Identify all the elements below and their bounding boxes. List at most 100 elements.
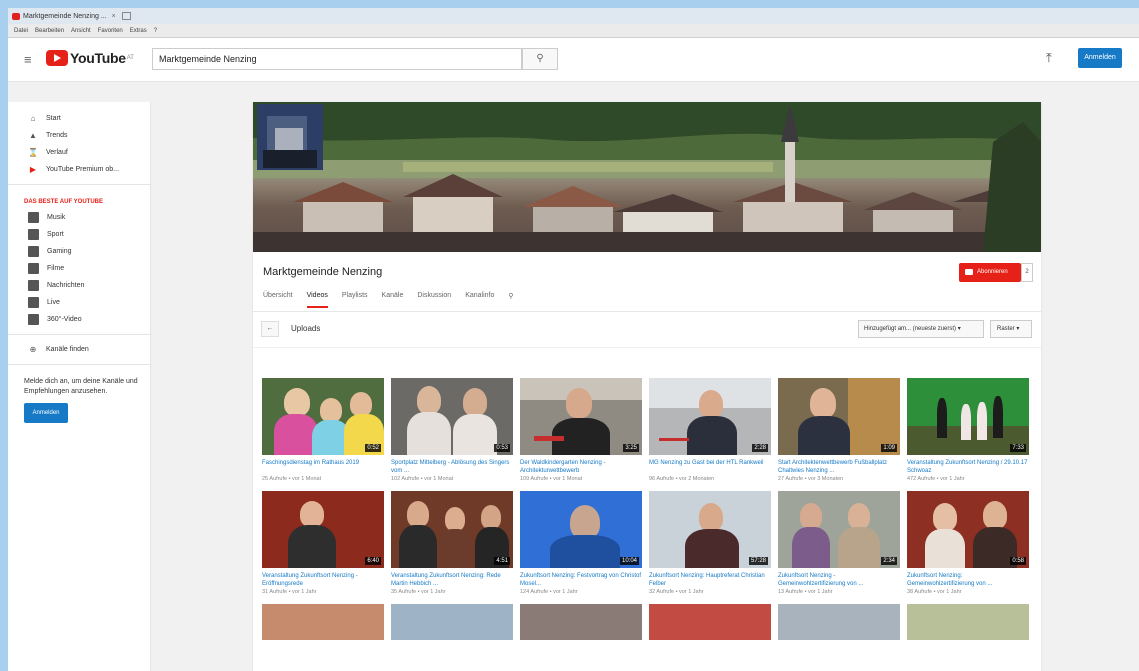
channel-banner <box>253 102 1041 252</box>
video-card[interactable] <box>520 604 642 640</box>
video-thumbnail[interactable]: 0:52 <box>262 378 384 455</box>
video-thumbnail[interactable]: 57:28 <box>649 491 771 568</box>
tab-discussion[interactable]: Diskussion <box>417 292 451 308</box>
video-thumbnail[interactable] <box>778 604 900 640</box>
video-title[interactable]: Zukunftsort Nenzing: Gemeinwohlzertifizi… <box>907 572 1029 588</box>
video-title[interactable]: Faschingsdienstag im Rathaus 2019 <box>262 459 384 475</box>
guide-item-history[interactable]: ⌛ Verlauf <box>8 144 150 161</box>
subscribe-button[interactable]: Abonnieren <box>959 263 1021 282</box>
video-card[interactable]: 7:33 Veranstaltung Zukunftsort Nenzing /… <box>907 378 1029 482</box>
video-thumbnail[interactable] <box>391 604 513 640</box>
browser-tab-title[interactable]: Marktgemeinde Nenzing ... <box>23 13 107 20</box>
tab-overview[interactable]: Übersicht <box>263 292 293 308</box>
video-title[interactable]: MG Nenzing zu Gast bei der HTL Rankweil <box>649 459 771 475</box>
video-duration: 0:53 <box>494 444 510 452</box>
video-card[interactable]: 1:09 Start Architektenwettbewerb Fußball… <box>778 378 900 482</box>
guide-item-label: Verlauf <box>46 149 68 156</box>
guide-item-start[interactable]: ⌂ Start <box>8 110 150 127</box>
video-card[interactable] <box>262 604 384 640</box>
video-card[interactable] <box>907 604 1029 640</box>
guide-item-music[interactable]: Musik <box>8 209 150 226</box>
menu-datei[interactable]: Datei <box>14 28 28 34</box>
video-title[interactable]: Veranstaltung Zukunftsort Nenzing: Rede … <box>391 572 513 588</box>
guide-item-label: Filme <box>47 265 65 272</box>
hamburger-menu-icon[interactable]: ≡ <box>24 52 32 67</box>
plus-circle-icon: ⊕ <box>29 345 37 354</box>
new-tab-icon[interactable] <box>121 12 131 20</box>
guide-item-gaming[interactable]: Gaming <box>8 243 150 260</box>
video-card[interactable]: 0:52 Faschingsdienstag im Rathaus 2019 2… <box>262 378 384 482</box>
search-input[interactable]: Marktgemeinde Nenzing <box>152 48 522 70</box>
menu-favoriten[interactable]: Favoriten <box>98 28 123 34</box>
tab-videos[interactable]: Videos <box>306 292 328 308</box>
video-duration: 0:58 <box>1010 557 1026 565</box>
video-thumbnail[interactable] <box>649 604 771 640</box>
video-title[interactable]: Der Waldkindergarten Nenzing - Architekt… <box>520 459 642 475</box>
video-thumbnail[interactable] <box>907 604 1029 640</box>
menu-ansicht[interactable]: Ansicht <box>71 28 91 34</box>
video-card[interactable] <box>649 604 771 640</box>
video-title[interactable]: Start Architektenwettbewerb Fußballplatz… <box>778 459 900 475</box>
guide-item-browse-channels[interactable]: ⊕ Kanäle finden <box>8 341 150 358</box>
video-thumbnail[interactable] <box>520 604 642 640</box>
back-arrow-button[interactable]: ← <box>261 321 279 337</box>
video-duration: 4:51 <box>494 557 510 565</box>
tab-playlists[interactable]: Playlists <box>342 292 368 308</box>
search-button[interactable]: ⚲ <box>522 48 558 70</box>
youtube-logo[interactable]: YouTube AT <box>46 50 134 66</box>
video-card[interactable]: 6:40 Veranstaltung Zukunftsort Nenzing -… <box>262 491 384 595</box>
video-thumbnail[interactable]: 1:09 <box>778 378 900 455</box>
tab-about[interactable]: Kanalinfo <box>465 292 494 308</box>
video-card[interactable]: 0:53 Sportplatz Mittelberg - Ablösung de… <box>391 378 513 482</box>
video-card[interactable]: 10:04 Zukunftsort Nenzing: Festvortrag v… <box>520 491 642 595</box>
video-card[interactable]: 2:34 Zukunftsort Nenzing - Gemeinwohlzer… <box>778 491 900 595</box>
video-duration: 0:52 <box>365 444 381 452</box>
video-title[interactable]: Veranstaltung Zukunftsort Nenzing - Eröf… <box>262 572 384 588</box>
video-thumbnail[interactable]: 4:51 <box>391 491 513 568</box>
guide-signin-button[interactable]: Anmelden <box>24 403 68 423</box>
video-title[interactable]: Sportplatz Mittelberg - Ablösung des Sin… <box>391 459 513 475</box>
video-thumbnail[interactable] <box>262 604 384 640</box>
guide-item-360[interactable]: 360°-Video <box>8 311 150 328</box>
menu-help[interactable]: ? <box>154 28 157 34</box>
video-card[interactable]: 57:28 Zukunftsort Nenzing: Hauptreferat … <box>649 491 771 595</box>
video-title[interactable]: Zukunftsort Nenzing - Gemeinwohlzertifiz… <box>778 572 900 588</box>
view-dropdown[interactable]: Raster ▾ <box>990 320 1032 338</box>
browser-menubar: Datei Bearbeiten Ansicht Favoriten Extra… <box>8 24 1139 38</box>
video-thumbnail[interactable]: 2:34 <box>778 491 900 568</box>
menu-extras[interactable]: Extras <box>130 28 147 34</box>
video-thumbnail[interactable]: 10:04 <box>520 491 642 568</box>
sort-dropdown[interactable]: Hinzugefügt am... (neueste zuerst) ▾ <box>858 320 984 338</box>
video-card[interactable] <box>778 604 900 640</box>
video-thumbnail[interactable]: 2:28 <box>649 378 771 455</box>
guide-item-news[interactable]: Nachrichten <box>8 277 150 294</box>
video-card[interactable]: 2:28 MG Nenzing zu Gast bei der HTL Rank… <box>649 378 771 482</box>
video-thumbnail[interactable]: 0:53 <box>391 378 513 455</box>
video-meta: 13 Aufrufe • vor 1 Jahr <box>778 589 833 595</box>
video-meta: 27 Aufrufe • vor 3 Monaten <box>778 476 844 482</box>
video-card[interactable] <box>391 604 513 640</box>
video-title[interactable]: Zukunftsort Nenzing: Festvortrag von Chr… <box>520 572 642 588</box>
video-title[interactable]: Veranstaltung Zukunftsort Nenzing / 29.1… <box>907 459 1029 475</box>
guide-item-films[interactable]: Filme <box>8 260 150 277</box>
video-title[interactable]: Zukunftsort Nenzing: Hauptreferat Christ… <box>649 572 771 588</box>
signin-button[interactable]: Anmelden <box>1078 48 1122 68</box>
video-card[interactable]: 4:51 Veranstaltung Zukunftsort Nenzing: … <box>391 491 513 595</box>
menu-bearbeiten[interactable]: Bearbeiten <box>35 28 64 34</box>
video-duration: 6:40 <box>365 557 381 565</box>
video-thumbnail[interactable]: 3:25 <box>520 378 642 455</box>
upload-icon[interactable]: ⤒ <box>1046 50 1052 66</box>
video-thumbnail[interactable]: 7:33 <box>907 378 1029 455</box>
guide-item-label: Gaming <box>47 248 72 255</box>
video-card[interactable]: 0:58 Zukunftsort Nenzing: Gemeinwohlzert… <box>907 491 1029 595</box>
video-card[interactable]: 3:25 Der Waldkindergarten Nenzing - Arch… <box>520 378 642 482</box>
guide-item-premium[interactable]: ▶ YouTube Premium ob... <box>8 161 150 178</box>
tab-channels[interactable]: Kanäle <box>382 292 404 308</box>
video-thumbnail[interactable]: 0:58 <box>907 491 1029 568</box>
channel-search-icon[interactable]: ⚲ <box>508 292 513 308</box>
guide-item-trends[interactable]: ▲ Trends <box>8 127 150 144</box>
guide-item-live[interactable]: Live <box>8 294 150 311</box>
close-tab-icon[interactable]: × <box>112 13 116 20</box>
video-thumbnail[interactable]: 6:40 <box>262 491 384 568</box>
guide-item-sport[interactable]: Sport <box>8 226 150 243</box>
